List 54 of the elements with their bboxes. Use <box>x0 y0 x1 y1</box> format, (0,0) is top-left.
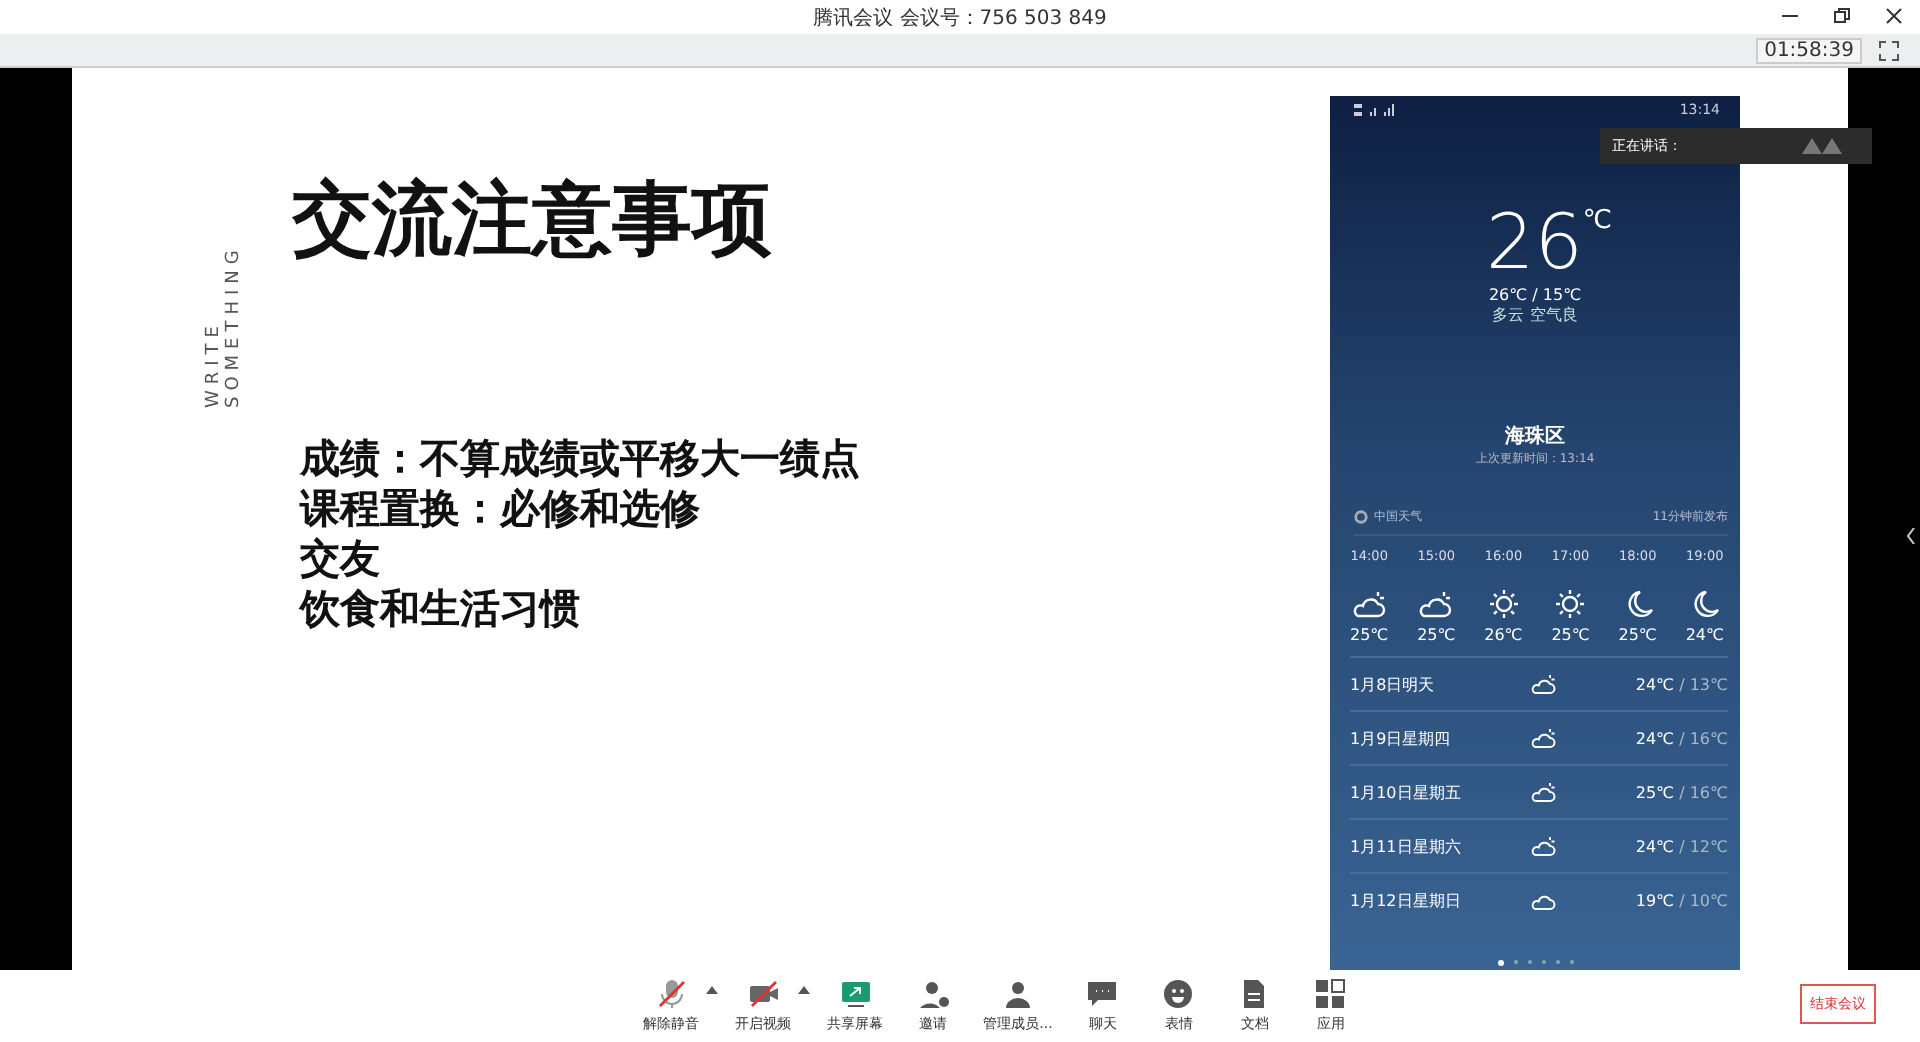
bullet-point: 成绩：不算成绩或平移大一绩点 <box>300 434 860 484</box>
weather-condition: 多云 空气良 <box>1492 304 1578 326</box>
forecast-temperature: 19℃ / 10℃ <box>1635 891 1728 909</box>
hour-temperature: 26℃ <box>1484 626 1523 644</box>
location-name: 海珠区 <box>1505 423 1565 450</box>
caret-icon[interactable] <box>797 986 810 994</box>
cloud-sun-icon <box>1530 726 1558 750</box>
fullscreen-icon[interactable] <box>1878 39 1900 61</box>
forecast-day: 1月11日星期六 <box>1350 835 1530 857</box>
temperature-unit: ℃ <box>1582 206 1612 236</box>
hour-temperature: 24℃ <box>1685 626 1724 644</box>
hour-temperature: 25℃ <box>1618 626 1657 644</box>
bullet-point: 饮食和生活习惯 <box>300 584 582 634</box>
temperature-range: 26℃ / 15℃ <box>1488 286 1582 304</box>
hour-temperature: 25℃ <box>1350 626 1389 644</box>
cloud-sun-icon <box>1530 780 1558 804</box>
side-label: WRITE SOMETHING <box>204 242 244 408</box>
muted-mic-icon <box>655 978 688 1010</box>
forecast-temperature: 25℃ / 16℃ <box>1635 783 1728 801</box>
chat-icon <box>1086 978 1119 1010</box>
forecast-temperature: 24℃ / 13℃ <box>1635 675 1728 693</box>
caret-icon[interactable] <box>705 986 718 994</box>
smiley-icon <box>1162 978 1195 1010</box>
grid-icon <box>1314 978 1347 1010</box>
screen-share-icon <box>839 978 872 1010</box>
meeting-timer: 01:58:39 <box>1756 37 1862 63</box>
forecast-day: 1月9日星期四 <box>1350 727 1530 749</box>
add-person-icon <box>917 978 950 1010</box>
camera-off-icon <box>747 978 780 1010</box>
forecast-day: 1月8日明天 <box>1350 673 1530 695</box>
sun-icon <box>1552 588 1589 620</box>
gear-icon <box>1354 510 1368 524</box>
cloud-sun-icon <box>1530 672 1558 696</box>
bullet-point: 交友 <box>300 534 382 584</box>
page-dot[interactable] <box>1497 960 1503 966</box>
cloud-sun-icon <box>1351 588 1388 620</box>
cloud-sun-icon <box>1418 588 1455 620</box>
forecast-day: 1月10日星期五 <box>1350 781 1530 803</box>
forecast-temperature: 24℃ / 12℃ <box>1635 837 1728 855</box>
forecast-day: 1月12日星期日 <box>1350 889 1530 911</box>
sound-wave-icon <box>1800 136 1844 156</box>
sun-icon <box>1485 588 1522 620</box>
hour-temperature: 25℃ <box>1551 626 1590 644</box>
window-title: 腾讯会议 会议号：756 503 849 <box>813 5 1107 31</box>
current-temperature: 26 <box>1486 202 1583 282</box>
people-icon <box>1002 978 1034 1010</box>
chevron-icon[interactable] <box>1906 528 1916 544</box>
cloud-sun-icon <box>1530 834 1558 858</box>
bullet-point: 课程置换：必修和选修 <box>300 484 702 534</box>
hour-temperature: 25℃ <box>1417 626 1456 644</box>
close-icon[interactable] <box>1884 6 1904 26</box>
restore-icon[interactable] <box>1832 6 1852 26</box>
slide-title: 交流注意事项 <box>292 172 774 270</box>
forecast-temperature: 24℃ / 16℃ <box>1635 729 1728 747</box>
